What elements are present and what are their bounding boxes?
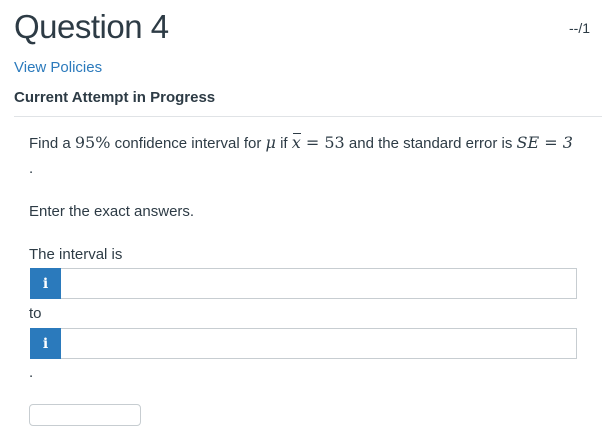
interval-label: The interval is <box>29 246 123 263</box>
answers-period: . <box>29 364 34 381</box>
submit-button[interactable] <box>29 404 141 426</box>
question-prompt: Find a 95% confidence interval for μ if … <box>29 133 594 152</box>
question-title: Question 4 <box>14 8 169 45</box>
upper-bound-input[interactable] <box>61 328 577 359</box>
prompt-text-find: Find a <box>29 135 75 152</box>
mu-symbol: μ <box>265 133 276 152</box>
view-policies-link[interactable]: View Policies <box>14 59 102 76</box>
confidence-level: 95% <box>74 133 111 152</box>
standard-error-value: SE = 3 <box>516 133 573 152</box>
info-icon[interactable]: i <box>30 268 61 299</box>
prompt-text-se: and the standard error is <box>344 135 517 152</box>
prompt-period: . <box>29 160 34 177</box>
instructions: Enter the exact answers. <box>29 203 195 220</box>
lower-answer-row: i <box>30 268 577 299</box>
section-divider <box>14 116 602 117</box>
prompt-text-if: if <box>275 135 292 152</box>
question-score: --/1 <box>569 20 590 36</box>
xbar-value: = 53 <box>300 133 345 152</box>
to-label: to <box>29 305 42 322</box>
attempt-status: Current Attempt in Progress <box>14 89 216 106</box>
xbar-symbol: x <box>291 133 301 152</box>
upper-answer-row: i <box>30 328 577 359</box>
prompt-text-interval: confidence interval for <box>110 135 266 152</box>
info-icon[interactable]: i <box>30 328 61 359</box>
lower-bound-input[interactable] <box>61 268 577 299</box>
